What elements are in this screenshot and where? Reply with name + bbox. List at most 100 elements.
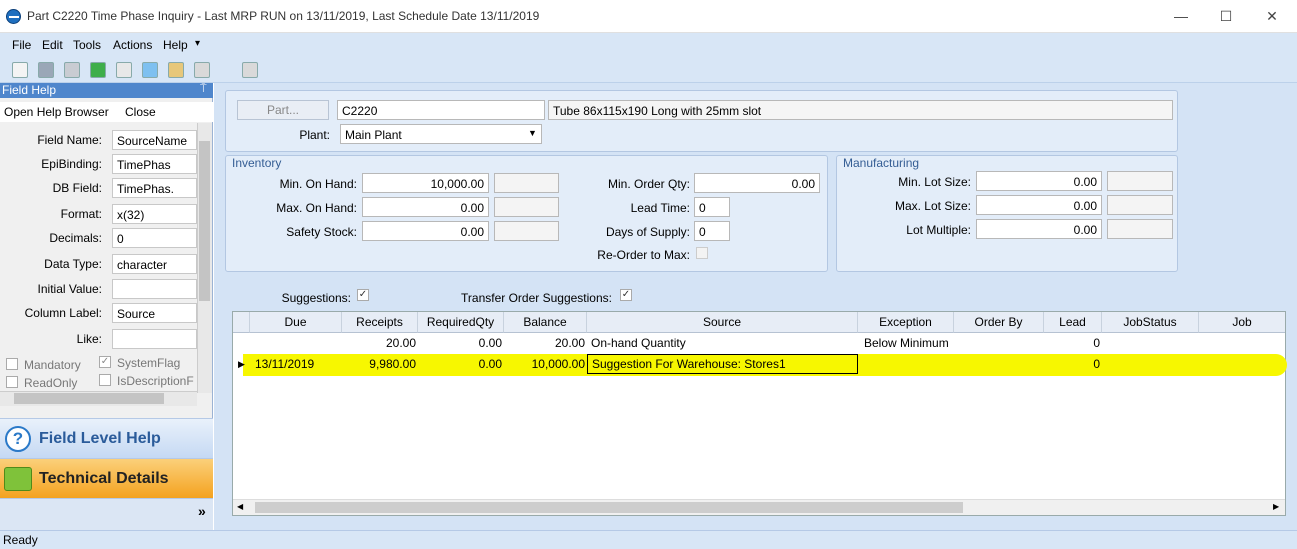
decimals-label: Decimals:: [49, 231, 102, 245]
close-help-button[interactable]: Close: [125, 105, 156, 119]
field-name-value[interactable]: SourceName: [112, 130, 197, 150]
part-number-field[interactable]: C2220: [337, 100, 545, 120]
max-lot-size-field[interactable]: 0.00: [976, 195, 1102, 215]
clear-icon[interactable]: [116, 62, 132, 78]
menu-bar: File Edit Tools Actions Help ▾: [0, 33, 1297, 57]
table-row[interactable]: ▶ 13/11/2019 9,980.00 0.00 10,000.00 Sug…: [233, 354, 1285, 375]
scroll-right-icon[interactable]: ▶: [1273, 502, 1279, 511]
delete-icon[interactable]: [64, 62, 80, 78]
copy-icon[interactable]: [142, 62, 158, 78]
field-level-help-button[interactable]: ? Field Level Help: [0, 418, 213, 458]
lot-multiple-field[interactable]: 0.00: [976, 219, 1102, 239]
column-header-balance[interactable]: Balance: [504, 312, 587, 333]
technical-details-button[interactable]: Technical Details: [0, 458, 213, 498]
format-value[interactable]: x(32): [112, 204, 197, 224]
field-help-actions: Open Help Browser Close: [0, 102, 213, 122]
menu-help[interactable]: Help: [163, 38, 188, 52]
mandatory-checkbox[interactable]: [6, 358, 18, 370]
time-phase-grid: Due Receipts RequiredQty Balance Source …: [232, 311, 1287, 516]
column-header-source[interactable]: Source: [587, 312, 858, 333]
cell-requiredqty: 0.00: [478, 336, 502, 350]
systemflag-label: SystemFlag: [117, 356, 181, 370]
safety-stock-field[interactable]: 0.00: [362, 221, 489, 241]
column-header-requiredqty[interactable]: RequiredQty: [418, 312, 504, 333]
close-icon[interactable]: ✕: [1262, 8, 1282, 25]
more-icon[interactable]: »: [198, 503, 206, 519]
save-icon[interactable]: [38, 62, 54, 78]
plant-select[interactable]: Main Plant: [340, 124, 542, 144]
undo-icon[interactable]: [194, 62, 210, 78]
menu-file[interactable]: File: [12, 38, 31, 52]
max-on-hand-field[interactable]: 0.00: [362, 197, 489, 217]
days-of-supply-label: Days of Supply:: [605, 225, 690, 239]
search-icon[interactable]: [242, 62, 258, 78]
db-field-value[interactable]: TimePhas.: [112, 178, 197, 198]
cell-balance: 10,000.00: [531, 357, 585, 371]
column-header-exception[interactable]: Exception: [858, 312, 954, 333]
grid-hscroll-thumb[interactable]: [255, 502, 963, 513]
cell-source-selected[interactable]: Suggestion For Warehouse: Stores1: [587, 354, 858, 374]
transfer-order-suggestions-checkbox[interactable]: ✓: [620, 289, 632, 301]
like-label: Like:: [76, 332, 102, 346]
decimals-value[interactable]: 0: [112, 228, 197, 248]
toolbar: [0, 57, 1297, 83]
pin-icon[interactable]: ⍑: [200, 83, 207, 96]
menu-edit[interactable]: Edit: [42, 38, 63, 52]
isdescription-checkbox[interactable]: [99, 374, 111, 386]
cell-source: On-hand Quantity: [591, 336, 686, 350]
safety-stock-label: Safety Stock:: [286, 225, 357, 239]
column-header-lead[interactable]: Lead: [1044, 312, 1102, 333]
suggestions-checkbox[interactable]: ✓: [357, 289, 369, 301]
cell-receipts: 9,980.00: [369, 357, 416, 371]
menu-overflow-icon[interactable]: ▾: [195, 38, 200, 49]
inventory-title: Inventory: [232, 156, 282, 170]
cell-lead: 0: [1093, 336, 1100, 350]
chevron-down-icon[interactable]: ▼: [528, 128, 537, 138]
paste-icon[interactable]: [168, 62, 184, 78]
data-type-label: Data Type:: [44, 257, 102, 271]
field-help-hscroll-thumb[interactable]: [14, 393, 164, 404]
field-help-title: Field Help: [0, 83, 213, 98]
min-on-hand-label: Min. On Hand:: [279, 177, 357, 191]
min-on-hand-field[interactable]: 10,000.00: [362, 173, 489, 193]
reorder-to-max-checkbox[interactable]: [696, 247, 708, 259]
format-label: Format:: [60, 207, 102, 221]
transfer-order-suggestions-label: Transfer Order Suggestions:: [461, 291, 612, 305]
field-level-help-label: Field Level Help: [39, 430, 161, 447]
refresh-icon[interactable]: [90, 62, 106, 78]
new-icon[interactable]: [12, 62, 28, 78]
scroll-left-icon[interactable]: ◀: [237, 502, 243, 511]
field-help-scroll-thumb[interactable]: [199, 141, 210, 301]
like-value[interactable]: [112, 329, 197, 349]
open-help-browser-button[interactable]: Open Help Browser: [4, 105, 109, 119]
days-of-supply-field[interactable]: 0: [694, 221, 730, 241]
column-label-label: Column Label:: [24, 306, 102, 320]
menu-actions[interactable]: Actions: [113, 38, 152, 52]
maximize-icon[interactable]: ☐: [1216, 8, 1236, 25]
cell-due: 13/11/2019: [255, 357, 315, 371]
data-type-value[interactable]: character: [112, 254, 197, 274]
min-lot-size-field[interactable]: 0.00: [976, 171, 1102, 191]
column-label-value[interactable]: Source: [112, 303, 197, 323]
column-header-receipts[interactable]: Receipts: [342, 312, 418, 333]
minimize-icon[interactable]: —: [1171, 8, 1191, 24]
help-icon: ?: [5, 426, 31, 452]
window-title: Part C2220 Time Phase Inquiry - Last MRP…: [27, 9, 540, 23]
epibinding-label: EpiBinding:: [41, 157, 102, 171]
column-header-jobstatus[interactable]: JobStatus: [1102, 312, 1199, 333]
cell-lead: 0: [1093, 357, 1100, 371]
column-header-due[interactable]: Due: [250, 312, 342, 333]
readonly-checkbox[interactable]: [6, 376, 18, 388]
systemflag-checkbox[interactable]: ✓: [99, 356, 111, 368]
lead-time-field[interactable]: 0: [694, 197, 730, 217]
menu-tools[interactable]: Tools: [73, 38, 101, 52]
part-button[interactable]: Part...: [237, 100, 329, 120]
table-row[interactable]: 20.00 0.00 20.00 On-hand Quantity Below …: [233, 333, 1285, 354]
initial-value-value[interactable]: [112, 279, 197, 299]
max-on-hand-label: Max. On Hand:: [276, 201, 357, 215]
status-bar: Ready: [0, 530, 1297, 549]
epibinding-value[interactable]: TimePhas: [112, 154, 197, 174]
min-order-qty-field[interactable]: 0.00: [694, 173, 820, 193]
column-header-orderby[interactable]: Order By: [954, 312, 1044, 333]
column-header-job[interactable]: Job: [1199, 312, 1285, 333]
